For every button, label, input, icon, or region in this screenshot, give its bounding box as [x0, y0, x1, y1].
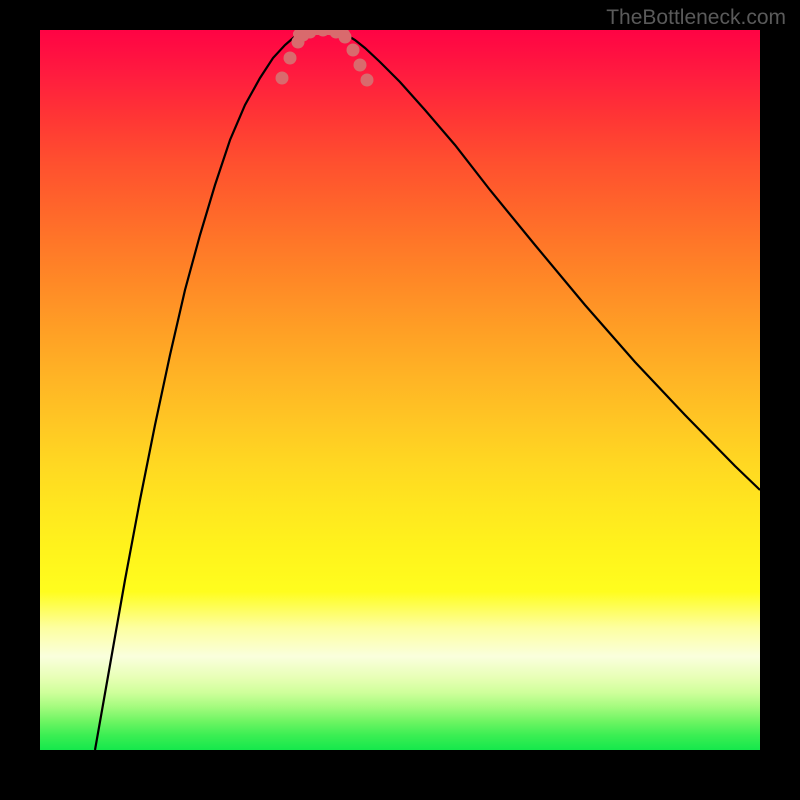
watermark-text: TheBottleneck.com [606, 6, 786, 30]
marker-dot [284, 52, 297, 65]
marker-dot [276, 72, 289, 85]
chart-plot-area [40, 30, 760, 750]
marker-dot [339, 31, 352, 44]
curve-left [95, 34, 298, 750]
marker-dot [361, 74, 374, 87]
bottleneck-curve-chart [40, 30, 760, 750]
marker-dot [354, 59, 367, 72]
marker-dots [276, 30, 374, 87]
curve-right [345, 34, 760, 490]
marker-dot [317, 30, 330, 37]
marker-dot [347, 44, 360, 57]
